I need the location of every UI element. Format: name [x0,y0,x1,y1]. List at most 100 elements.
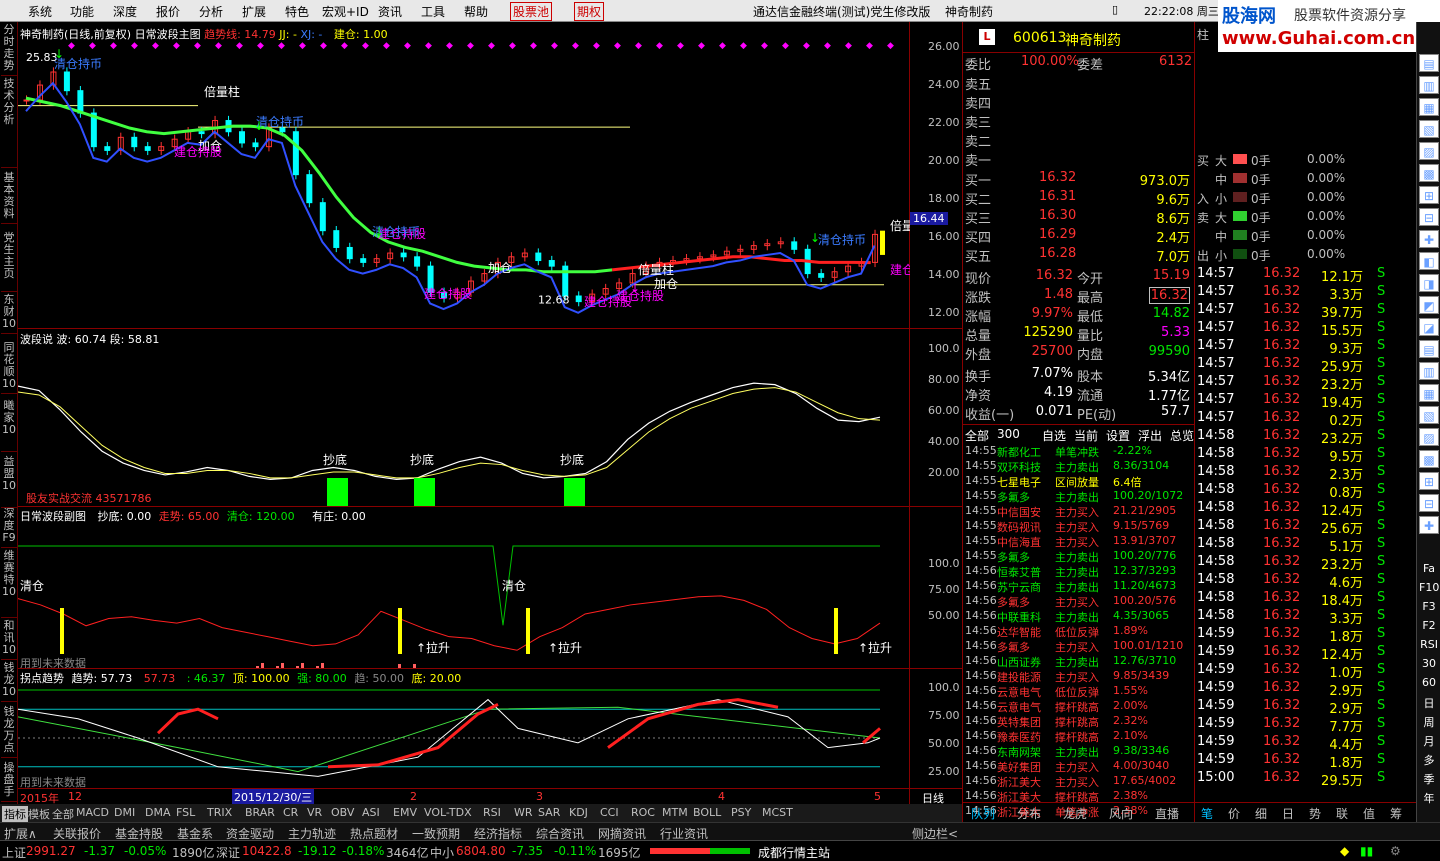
news-tab[interactable]: 当前 [1074,427,1098,444]
news-stock[interactable]: 多氟多 [997,549,1030,565]
news-stock[interactable]: 恒泰艾普 [997,564,1041,580]
indicator-tab[interactable]: MTM [660,806,690,819]
news-stock[interactable]: 双环科技 [997,459,1041,475]
menu-help[interactable]: 帮助 [464,3,488,20]
news-stock[interactable]: 山西证券 [997,654,1041,670]
toolbar-icon[interactable]: ◨ [1419,274,1439,292]
menu-system[interactable]: 系统 [28,3,52,20]
tab-homepage[interactable]: 党生主页 [1,232,17,292]
ticks-bottom-tab[interactable]: 筹 [1390,805,1402,822]
indicator-tab[interactable]: FSL [174,806,197,819]
menu-news[interactable]: 资讯 [378,3,402,20]
toolbar-icon[interactable]: ▩ [1419,164,1439,182]
indicator-tab[interactable]: CCI [598,806,621,819]
indicator-tab[interactable]: CR [281,806,300,819]
ticks-bottom-tab[interactable]: 笔 [1201,805,1213,822]
news-stock[interactable]: 七星电子 [997,474,1041,490]
news-tab[interactable]: 浮出 [1138,427,1162,444]
ticks-bottom-tab[interactable]: 势 [1309,805,1321,822]
toolbar-icon[interactable]: ▧ [1419,120,1439,138]
tab-vsat[interactable]: 维赛特10 [1,550,17,618]
toolbar-icon[interactable]: ◧ [1419,252,1439,270]
toolbar-icon[interactable]: ◪ [1419,318,1439,336]
period-button[interactable]: 30 [1419,657,1439,670]
toolbar-icon[interactable]: ▥ [1419,76,1439,94]
tab-trader[interactable]: 操盘手 [1,762,17,802]
indicator-tab[interactable]: PSY [729,806,753,819]
indicator-tab[interactable]: BRAR [243,806,277,819]
period-button[interactable]: F2 [1419,619,1439,632]
tab-xijia[interactable]: 曦家10 [1,400,17,452]
ticks-bottom-tab[interactable]: 价 [1228,805,1240,822]
ticks-bottom-tab[interactable]: 值 [1363,805,1375,822]
menu-special[interactable]: 特色 [285,3,309,20]
minimize-icon[interactable]: ▯ [1112,3,1118,16]
toolbar-icon[interactable]: ⊞ [1419,472,1439,490]
news-tab[interactable]: 自选 [1042,427,1066,444]
news-stock[interactable]: 中联重科 [997,609,1041,625]
toolbar-icon[interactable]: ⊞ [1419,186,1439,204]
news-stock[interactable]: 东南网架 [997,744,1041,760]
toolbar-icon[interactable]: ✚ [1419,230,1439,248]
toolbar-icon[interactable]: ▦ [1419,384,1439,402]
turn-chart[interactable] [18,668,910,788]
news-stock[interactable]: 云意电气 [997,699,1041,715]
toolbar-icon[interactable]: ▦ [1419,98,1439,116]
period-button[interactable]: RSI [1419,638,1439,651]
settings-icon[interactable]: ⚙ [1390,844,1401,858]
period-button[interactable]: F3 [1419,600,1439,613]
indicator-tab[interactable]: 全部 [50,806,76,822]
indicator-tab[interactable]: EMV [391,806,419,819]
option-button[interactable]: 期权 [574,2,605,21]
chart-area[interactable]: 神奇制药(日线,前复权) 日常波段主图 趋势线: 14.79 JJ: - XJ:… [18,22,910,805]
news-tab[interactable]: 设置 [1106,427,1130,444]
toolbar-icon[interactable]: ▤ [1419,54,1439,72]
period-button[interactable]: 季 [1419,771,1439,787]
period-button[interactable]: 日 [1419,695,1439,711]
period-button[interactable]: 60 [1419,676,1439,689]
tab-fundamental[interactable]: 基本资料 [1,172,17,224]
period-button[interactable]: 月 [1419,733,1439,749]
sub-chart[interactable]: 清仓 清仓 ↑拉升 ↑拉升 ↑拉升 [18,506,910,668]
indicator-tab[interactable]: TRIX [205,806,234,819]
indicator-tab[interactable]: VOL-TDX [422,806,474,819]
menu-macro[interactable]: 宏观+ID [322,3,369,20]
indicator-tab[interactable]: 模板 [26,806,52,822]
quote-bottom-tab[interactable]: 直播 [1155,805,1179,822]
news-stock[interactable]: 多氟多 [997,639,1030,655]
news-stock[interactable]: 达华智能 [997,624,1041,640]
toolbar-icon[interactable]: ◩ [1419,296,1439,314]
news-stock[interactable]: 建投能源 [997,669,1041,685]
indicator-tab[interactable]: WR [512,806,535,819]
wave-chart[interactable]: 抄底 抄底 抄底 [18,328,910,506]
indicator-tab[interactable]: MCST [760,806,795,819]
news-stock[interactable]: 多氟多 [997,489,1030,505]
indicator-tab[interactable]: DMI [112,806,137,819]
news-tab[interactable]: 全部 [965,427,989,444]
toolbar-icon[interactable]: ▧ [1419,406,1439,424]
tab-yimeng[interactable]: 益盟10 [1,456,17,508]
tab-technical[interactable]: 技术分析 [1,78,17,168]
quote-bottom-tab[interactable]: 分布 [1017,805,1041,822]
news-stock[interactable]: 英特集团 [997,714,1041,730]
tab-qianlong-wandian[interactable]: 钱龙万点 [1,706,17,758]
period-button[interactable]: 周 [1419,714,1439,730]
news-stock[interactable]: 云意电气 [997,684,1041,700]
news-stock[interactable]: 美好集团 [997,759,1041,775]
menu-function[interactable]: 功能 [70,3,94,20]
tab-ths[interactable]: 同花顺10 [1,342,17,394]
news-stock[interactable]: 豫泰医药 [997,729,1041,745]
period-button[interactable]: 多 [1419,752,1439,768]
indicator-tab[interactable]: MACD [74,806,111,819]
toolbar-icon[interactable]: ▤ [1419,340,1439,358]
news-tab[interactable]: 300 [997,427,1020,441]
news-stock[interactable]: 浙江美大 [997,774,1041,790]
ticks-bottom-tab[interactable]: 联 [1336,805,1348,822]
indicator-tab[interactable]: BOLL [691,806,723,819]
news-stock[interactable]: 新都化工 [997,444,1041,460]
indicator-tab[interactable]: RSI [481,806,503,819]
menu-depth[interactable]: 深度 [113,3,137,20]
news-stock[interactable]: 数码视讯 [997,519,1041,535]
menu-extend[interactable]: 扩展 [242,3,266,20]
indicator-tab[interactable]: VR [305,806,324,819]
